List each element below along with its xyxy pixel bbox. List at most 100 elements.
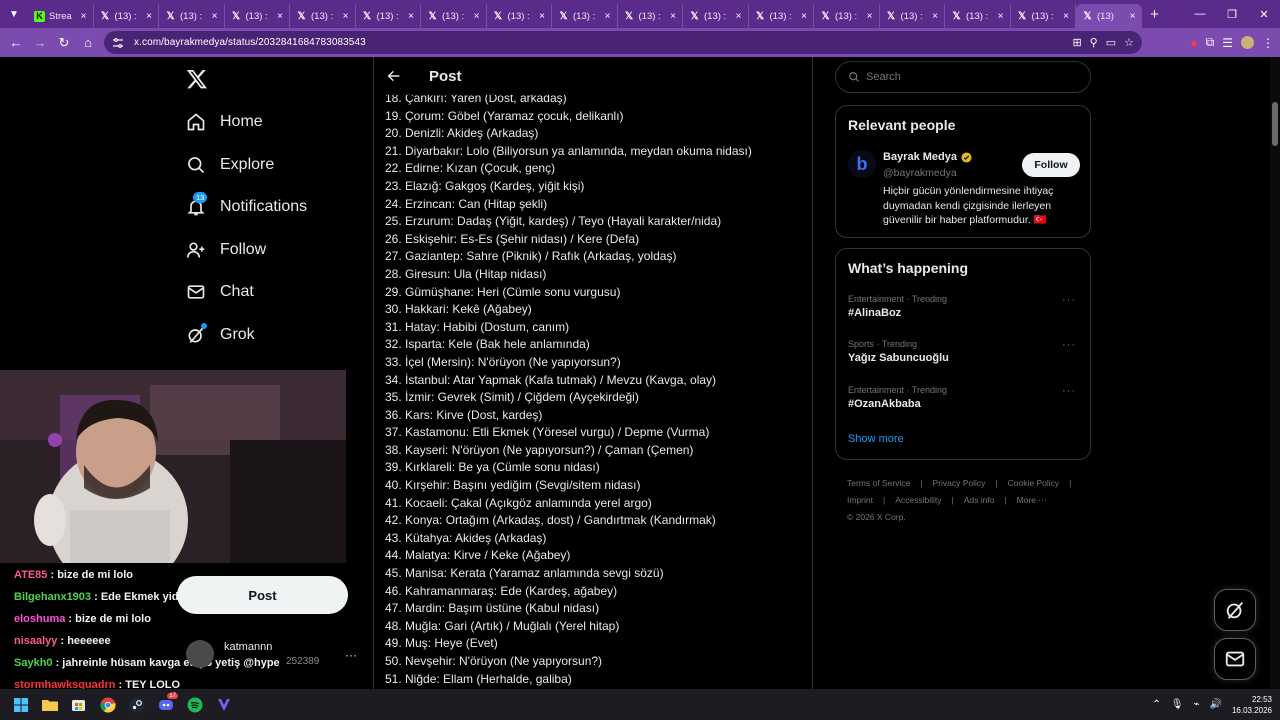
x-logo-icon[interactable]: [186, 68, 208, 90]
bookmark-star-icon[interactable]: ☆: [1124, 36, 1134, 49]
forward-button[interactable]: →: [28, 31, 52, 55]
close-tab-icon[interactable]: ×: [1063, 11, 1069, 22]
close-tab-icon[interactable]: ×: [1130, 11, 1136, 22]
trend-item[interactable]: Sports · Trending Yağız Sabuncuoğlu ···: [848, 339, 1080, 364]
tab-search-button[interactable]: ▼: [0, 0, 28, 28]
nav-item-home[interactable]: Home: [186, 107, 263, 137]
nav-item-chat[interactable]: Chat: [186, 277, 254, 307]
close-tab-icon[interactable]: ×: [670, 11, 676, 22]
cast-icon[interactable]: ▭: [1106, 36, 1116, 49]
browser-tab[interactable]: 𝕏 (13) : ×: [945, 4, 1011, 28]
start-button[interactable]: [6, 690, 35, 719]
messages-fab-button[interactable]: [1214, 638, 1256, 680]
network-icon[interactable]: ⌁: [1193, 699, 1199, 710]
browser-tab[interactable]: 𝕏 (13) : ×: [290, 4, 356, 28]
maximize-button[interactable]: ❐: [1216, 0, 1248, 28]
chrome-icon[interactable]: [93, 690, 122, 719]
close-tab-icon[interactable]: ×: [408, 11, 414, 22]
footer-link[interactable]: Terms of Service: [847, 478, 910, 488]
person-name[interactable]: Bayrak Medya: [883, 151, 957, 163]
close-tab-icon[interactable]: ×: [81, 11, 87, 22]
close-tab-icon[interactable]: ×: [867, 11, 873, 22]
footer-link[interactable]: Cookie Policy: [1008, 478, 1060, 488]
footer-link[interactable]: Privacy Policy: [933, 478, 986, 488]
footer-link[interactable]: More ···: [1017, 495, 1047, 505]
trend-item[interactable]: Entertainment · Trending #AlinaBoz ···: [848, 294, 1080, 319]
extension-red-icon[interactable]: ●: [1190, 36, 1197, 50]
close-window-button[interactable]: ✕: [1248, 0, 1280, 28]
url-text[interactable]: x.com/bayrakmedya/status/203284168478308…: [134, 37, 366, 48]
close-tab-icon[interactable]: ×: [474, 11, 480, 22]
nav-item-notifications[interactable]: 13 Notifications: [186, 192, 307, 222]
back-arrow-icon[interactable]: [386, 66, 406, 86]
close-tab-icon[interactable]: ×: [539, 11, 545, 22]
browser-tab[interactable]: 𝕏 (13) : ×: [880, 4, 945, 28]
steam-icon[interactable]: [122, 690, 151, 719]
account-switcher[interactable]: katmannn: [186, 640, 272, 668]
browser-tab[interactable]: 𝕏 (13) : ×: [225, 4, 290, 28]
store-icon[interactable]: [64, 690, 93, 719]
browser-tab[interactable]: K Strea ×: [28, 4, 94, 28]
browser-tab[interactable]: 𝕏 (13) : ×: [421, 4, 487, 28]
browser-tab[interactable]: 𝕏 (13) : ×: [159, 4, 225, 28]
account-more-icon[interactable]: ···: [345, 648, 357, 662]
close-tab-icon[interactable]: ×: [801, 11, 807, 22]
post-button[interactable]: Post: [177, 576, 348, 614]
bayrak-medya-avatar[interactable]: b: [848, 150, 876, 178]
browser-tab[interactable]: 𝕏 (13) : ×: [94, 4, 159, 28]
trend-more-icon[interactable]: ···: [1062, 385, 1076, 397]
reading-list-icon[interactable]: ☰: [1222, 36, 1233, 50]
close-tab-icon[interactable]: ×: [605, 11, 611, 22]
profile-avatar-icon[interactable]: [1241, 36, 1254, 49]
file-explorer-icon[interactable]: [35, 690, 64, 719]
trend-more-icon[interactable]: ···: [1062, 294, 1076, 306]
nav-item-follow[interactable]: Follow: [186, 235, 266, 265]
page-scrollbar[interactable]: [1270, 57, 1280, 689]
show-more-link[interactable]: Show more: [848, 433, 904, 445]
browser-menu-icon[interactable]: ⋮: [1262, 36, 1274, 50]
browser-tab[interactable]: 𝕏 (13) : ×: [487, 4, 552, 28]
home-button[interactable]: ⌂: [76, 31, 100, 55]
microphone-icon[interactable]: 🎙: [1171, 699, 1184, 710]
browser-tab[interactable]: 𝕏 (13) : ×: [814, 4, 880, 28]
footer-link[interactable]: Ads info: [964, 495, 995, 505]
browser-tab[interactable]: 𝕏 (13) : ×: [683, 4, 749, 28]
close-tab-icon[interactable]: ×: [343, 11, 349, 22]
nav-item-grok[interactable]: Grok: [186, 320, 255, 350]
scrollbar-thumb[interactable]: [1272, 102, 1278, 146]
translate-icon[interactable]: ⊞: [1072, 36, 1081, 49]
address-bar[interactable]: x.com/bayrakmedya/status/203284168478308…: [104, 31, 1142, 54]
search-input[interactable]: Search: [835, 61, 1091, 93]
close-tab-icon[interactable]: ×: [277, 11, 283, 22]
discord-icon[interactable]: 17: [151, 690, 180, 719]
site-info-icon[interactable]: [112, 37, 124, 49]
clock[interactable]: 22:53 16.03.2026: [1232, 694, 1272, 716]
back-button[interactable]: ←: [4, 31, 28, 55]
minimize-button[interactable]: —: [1184, 0, 1216, 28]
spotify-icon[interactable]: [180, 690, 209, 719]
close-tab-icon[interactable]: ×: [146, 11, 152, 22]
browser-tab[interactable]: 𝕏 (13) : ×: [749, 4, 814, 28]
browser-tab[interactable]: 𝕏 (13) : ×: [1011, 4, 1076, 28]
trend-item[interactable]: Entertainment · Trending #OzanAkbaba ···: [848, 385, 1080, 410]
nav-item-explore[interactable]: Explore: [186, 150, 274, 180]
volume-icon[interactable]: 🔊: [1210, 699, 1222, 710]
browser-tab[interactable]: 𝕏 (13) : ×: [356, 4, 421, 28]
trend-more-icon[interactable]: ···: [1062, 339, 1076, 351]
close-tab-icon[interactable]: ×: [212, 11, 218, 22]
footer-link[interactable]: Accessibility: [895, 495, 941, 505]
new-tab-button[interactable]: +: [1142, 6, 1168, 23]
footer-link[interactable]: Imprint: [847, 495, 873, 505]
zoom-icon[interactable]: ⚲: [1090, 36, 1098, 49]
browser-tab[interactable]: 𝕏 (13) : ×: [618, 4, 683, 28]
browser-tab[interactable]: 𝕏 (13) : ×: [552, 4, 618, 28]
app-icon[interactable]: [209, 690, 238, 719]
extensions-puzzle-icon[interactable]: ⧉: [1206, 35, 1215, 50]
close-tab-icon[interactable]: ×: [736, 11, 742, 22]
follow-button[interactable]: Follow: [1022, 153, 1080, 177]
close-tab-icon[interactable]: ×: [998, 11, 1004, 22]
browser-tab[interactable]: 𝕏 (13) ×: [1076, 4, 1142, 28]
tray-overflow-icon[interactable]: ⌃: [1152, 699, 1160, 710]
close-tab-icon[interactable]: ×: [932, 11, 938, 22]
grok-fab-button[interactable]: [1214, 589, 1256, 631]
